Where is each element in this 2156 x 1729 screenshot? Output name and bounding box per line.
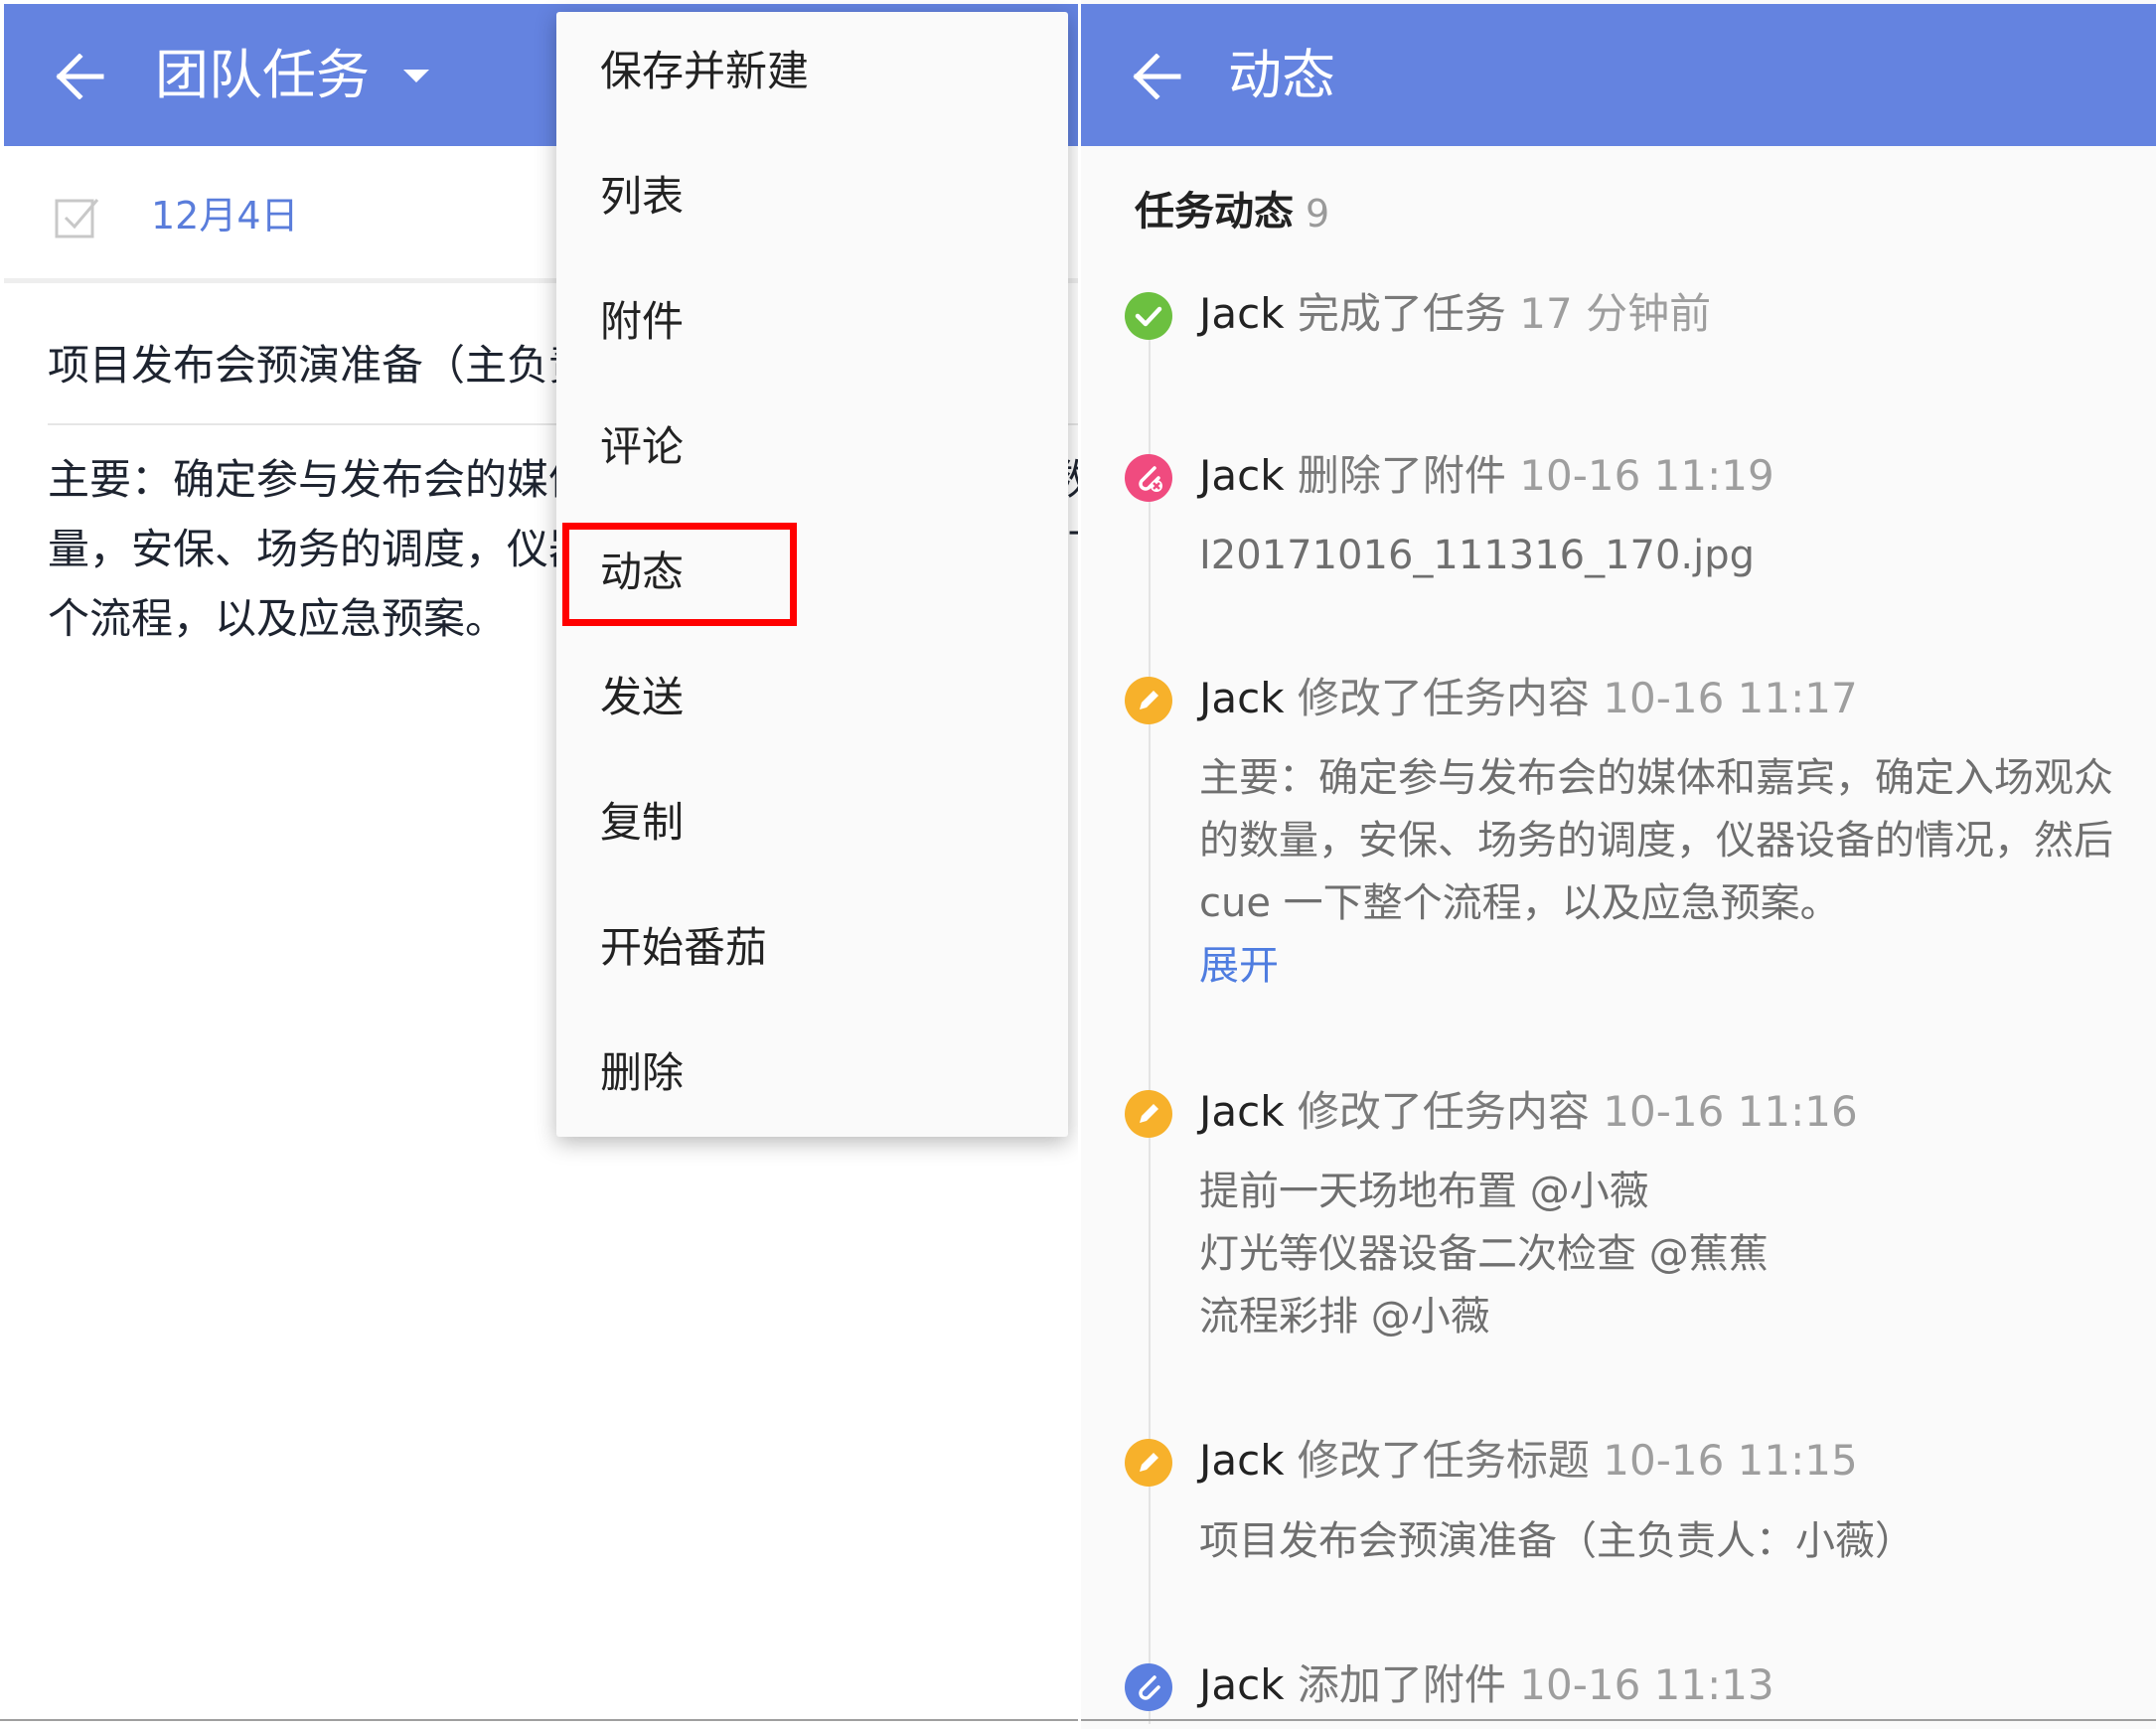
activity-time: 10-16 11:13 xyxy=(1519,1660,1774,1709)
activity-time: 10-16 11:16 xyxy=(1603,1087,1858,1136)
activity-time: 10-16 11:15 xyxy=(1603,1436,1858,1485)
activity-header: Jack 删除了附件 10-16 11:19 xyxy=(1199,448,1774,504)
menu-item-label: 列表 xyxy=(600,172,685,221)
menu-item-delete[interactable]: 删除 xyxy=(556,1014,1068,1139)
app-bar: 动态 xyxy=(1081,4,2156,146)
menu-item-send[interactable]: 发送 xyxy=(556,638,1068,763)
activity-time: 17 分钟前 xyxy=(1519,289,1712,338)
dropdown-arrow-icon[interactable] xyxy=(403,70,429,82)
attachment-filename[interactable]: I20171016_111316_170.jpg xyxy=(1199,525,2133,587)
activity-action: 修改了任务标题 xyxy=(1297,1436,1590,1485)
checkbox-icon[interactable] xyxy=(54,194,101,241)
menu-item-label: 开始番茄 xyxy=(600,923,768,972)
activity-header: Jack 修改了任务标题 10-16 11:15 xyxy=(1199,1433,1858,1489)
activity-content-line: 流程彩排 @小薇 xyxy=(1199,1294,1490,1339)
page-title[interactable]: 团队任务 xyxy=(155,40,370,111)
activity-action: 删除了附件 xyxy=(1297,451,1506,500)
activity-time: 10-16 11:17 xyxy=(1603,674,1858,722)
highlight-box xyxy=(562,523,797,626)
section-title: 任务动态 xyxy=(1135,189,1294,235)
activity-content: 项目发布会预演准备（主负责人：小薇） xyxy=(1199,1518,1915,1564)
activity-header: Jack 添加了附件 10-16 11:13 xyxy=(1199,1657,1774,1713)
activity-content-line: 灯光等仪器设备二次检查 @蕉蕉 xyxy=(1199,1231,1769,1277)
activity-user: Jack xyxy=(1199,451,1285,500)
back-arrow-icon[interactable] xyxy=(1133,54,1182,99)
activity-user: Jack xyxy=(1199,674,1285,722)
check-circle-icon xyxy=(1125,292,1172,340)
activity-content: 主要：确定参与发布会的媒体和嘉宾，确定入场观众的数量，安保、场务的调度，仪器设备… xyxy=(1199,755,2113,926)
back-arrow-icon[interactable] xyxy=(56,54,105,99)
activity-time: 10-16 11:19 xyxy=(1519,451,1774,500)
menu-item-label: 附件 xyxy=(600,297,685,346)
activity-user: Jack xyxy=(1199,1436,1285,1485)
expand-link[interactable]: 展开 xyxy=(1199,938,1279,994)
menu-item-save-and-new[interactable]: 保存并新建 xyxy=(556,12,1068,137)
attachment-remove-icon xyxy=(1125,454,1172,502)
task-detail-screen: 团队任务 12月4日 项目发布会预演准备（主负责人：小薇） 主要：确定参与发布会… xyxy=(0,0,1078,1729)
due-date[interactable]: 12月4日 xyxy=(151,191,299,240)
activity-content-line: 提前一天场地布置 @小薇 xyxy=(1199,1169,1649,1214)
pencil-icon xyxy=(1125,677,1172,724)
activity-action: 完成了任务 xyxy=(1297,289,1506,338)
timeline-line xyxy=(1149,333,1151,1724)
pencil-icon xyxy=(1125,1439,1172,1487)
menu-item-label: 评论 xyxy=(600,422,685,471)
activity-header: Jack 完成了任务 17 分钟前 xyxy=(1199,286,1711,342)
divider xyxy=(0,1719,1078,1721)
menu-item-label: 保存并新建 xyxy=(600,47,810,95)
activity-screen: 动态 任务动态 9 Jack 完成了任务 17 分钟前 Jack 删除了附件 1… xyxy=(1081,0,2156,1729)
activity-action: 修改了任务内容 xyxy=(1297,674,1590,722)
menu-item-copy[interactable]: 复制 xyxy=(556,763,1068,888)
menu-item-comment[interactable]: 评论 xyxy=(556,388,1068,513)
activity-header: Jack 修改了任务内容 10-16 11:16 xyxy=(1199,1084,1858,1140)
pencil-icon xyxy=(1125,1090,1172,1138)
menu-item-label: 发送 xyxy=(600,673,685,721)
activity-count: 9 xyxy=(1306,192,1330,236)
activity-user: Jack xyxy=(1199,1087,1285,1136)
activity-action: 添加了附件 xyxy=(1297,1660,1506,1709)
page-title: 动态 xyxy=(1228,44,1335,106)
menu-item-list[interactable]: 列表 xyxy=(556,137,1068,262)
attachment-icon xyxy=(1125,1663,1172,1711)
activity-action: 修改了任务内容 xyxy=(1297,1087,1590,1136)
activity-user: Jack xyxy=(1199,1660,1285,1709)
menu-item-start-pomodoro[interactable]: 开始番茄 xyxy=(556,888,1068,1014)
menu-item-label: 删除 xyxy=(600,1048,685,1097)
divider xyxy=(1081,1719,2156,1721)
menu-item-label: 复制 xyxy=(600,798,685,847)
menu-item-attachment[interactable]: 附件 xyxy=(556,262,1068,388)
activity-header: Jack 修改了任务内容 10-16 11:17 xyxy=(1199,671,1858,726)
activity-user: Jack xyxy=(1199,289,1285,338)
